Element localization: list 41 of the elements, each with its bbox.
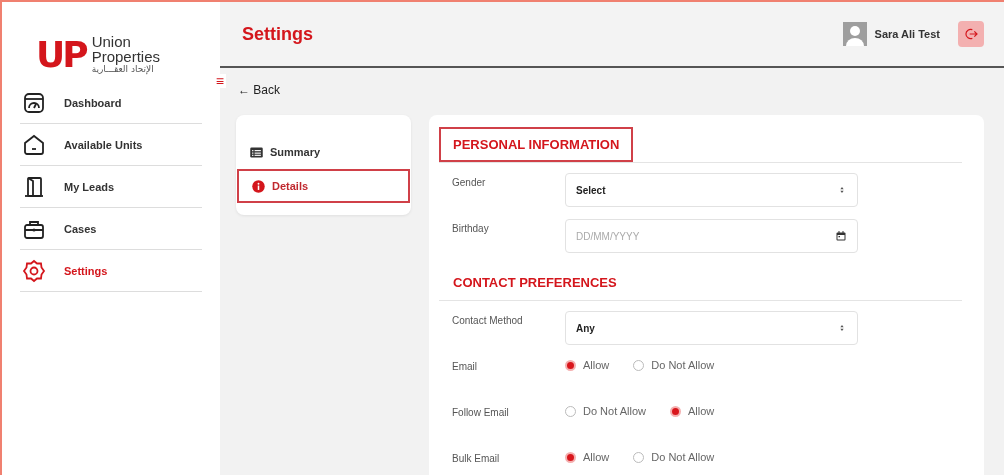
radio-option[interactable]: Allow [565, 359, 610, 371]
select-field[interactable]: Select [565, 173, 858, 207]
calendar-icon [835, 230, 847, 242]
field-label: Email [452, 360, 478, 372]
tab[interactable]: Details [237, 169, 410, 203]
date-field[interactable]: DD/MM/YYYY [565, 219, 858, 253]
sidebar-item[interactable]: My Leads [20, 166, 202, 208]
section-title: CONTACT PREFERENCES [452, 274, 618, 292]
page-title: Settings [242, 23, 313, 45]
sidebar-item[interactable]: Available Units [20, 124, 202, 166]
logout-button[interactable] [958, 21, 984, 47]
avatar-icon [842, 22, 867, 46]
sidebar-item[interactable]: Cases [20, 208, 202, 250]
tab[interactable]: Summary [237, 135, 410, 169]
logout-icon [963, 26, 979, 42]
logo-mark: UP [36, 33, 86, 75]
company-name: Union [91, 34, 132, 49]
company-name-arabic: الإتحاد العقـــارية [91, 64, 154, 74]
sidebar-item[interactable]: Dashboard [20, 82, 202, 124]
field-label: Follow Email [452, 406, 510, 418]
company-name: Properties [91, 49, 160, 64]
field-label: Birthday [452, 222, 490, 234]
radio-option[interactable]: Do Not Allow [565, 405, 646, 417]
dashboard-icon [22, 90, 46, 115]
radio-option[interactable]: Allow [670, 405, 715, 417]
radio-option[interactable]: Do Not Allow [633, 451, 715, 463]
settings-icon [22, 258, 46, 283]
info-icon [251, 178, 266, 194]
radio-option[interactable]: Allow [565, 451, 610, 463]
field-label: Gender [452, 176, 487, 188]
sidebar-item[interactable]: Settings [20, 250, 202, 292]
back-link[interactable]: ← Back [236, 83, 280, 97]
menu-toggle[interactable]: ≡ [213, 74, 226, 88]
select-field[interactable]: Any [565, 311, 858, 345]
section-title: PERSONAL INFORMATION [439, 127, 634, 162]
field-label: Contact Method [452, 314, 524, 326]
house-icon [22, 132, 46, 157]
field-label: Bulk Email [452, 452, 501, 464]
radio-option[interactable]: Do Not Allow [633, 359, 715, 371]
user-name: Sara Ali Test [874, 28, 940, 40]
door-icon [22, 174, 46, 199]
